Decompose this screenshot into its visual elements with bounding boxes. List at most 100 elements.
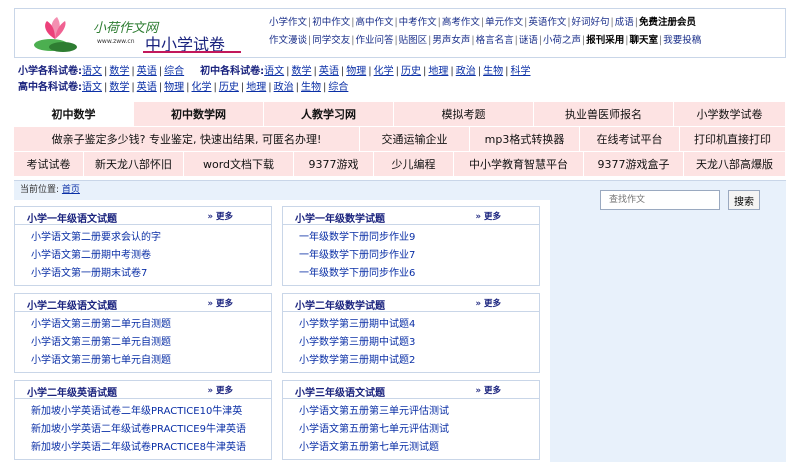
search-input[interactable]	[600, 190, 720, 210]
promo-link[interactable]: 执业兽医师报名	[534, 102, 674, 126]
subject-link[interactable]: 数学	[109, 82, 129, 93]
nav-separator: |	[582, 35, 586, 46]
more-link[interactable]: » 更多	[208, 384, 233, 396]
list-item[interactable]: 新加坡小学英语二年级试卷PRACTICE8牛津英语	[31, 439, 271, 457]
list-item[interactable]: 小学数学第三册期中试题2	[299, 352, 539, 370]
list-item[interactable]: 新加坡小学英语试卷二年级PRACTICE10牛津英	[31, 403, 271, 421]
subject-link[interactable]: 化学	[192, 82, 212, 93]
top-nav-link[interactable]: 格言名言	[476, 35, 514, 46]
subject-link[interactable]: 政治	[456, 66, 476, 77]
promo-link[interactable]: 中小学教育智慧平台	[454, 152, 584, 176]
search-button[interactable]: 搜索	[728, 190, 760, 210]
subject-link[interactable]: 历史	[219, 82, 239, 93]
promo-link[interactable]: 打印机直接打印	[680, 127, 786, 151]
promo-tab-active[interactable]: 初中数学	[14, 102, 134, 126]
nav-separator: |	[658, 35, 663, 46]
subject-link[interactable]: 综合	[164, 66, 184, 77]
panel-title: 小学一年级语文试题	[27, 214, 117, 225]
promo-link[interactable]: 初中数学网	[134, 102, 264, 126]
more-link[interactable]: » 更多	[476, 297, 501, 309]
promo-link[interactable]: 人教学习网	[264, 102, 394, 126]
top-nav-link[interactable]: 小荷之声	[543, 35, 581, 46]
list-item[interactable]: 小学语文第三册第七单元自测题	[31, 352, 271, 370]
subject-link[interactable]: 生物	[483, 66, 503, 77]
promo-link[interactable]: 少儿编程	[374, 152, 454, 176]
subject-link[interactable]: 数学	[109, 66, 129, 77]
list-item[interactable]: 一年级数学下册同步作业9	[299, 229, 539, 247]
subject-link[interactable]: 生物	[301, 82, 321, 93]
nav-separator: |	[524, 17, 528, 28]
list-item[interactable]: 一年级数学下册同步作业7	[299, 247, 539, 265]
top-nav-link[interactable]: 贴图区	[399, 35, 428, 46]
subject-link[interactable]: 英语	[137, 66, 157, 77]
subject-group-label: 高中各科试卷:	[18, 82, 82, 93]
promo-link[interactable]: 做亲子鉴定多少钱? 专业鉴定, 快速出结果, 可匿名办理!	[14, 127, 360, 151]
promo-link[interactable]: 9377游戏盒子	[584, 152, 684, 176]
top-nav-link[interactable]: 成语	[615, 17, 634, 28]
subject-link[interactable]: 地理	[428, 66, 448, 77]
subject-link[interactable]: 数学	[292, 66, 312, 77]
top-nav-link[interactable]: 高考作文	[442, 17, 480, 28]
top-nav-link[interactable]: 作文漫谈	[269, 35, 307, 46]
top-nav-link[interactable]: 同学交友	[312, 35, 350, 46]
subject-link[interactable]: 历史	[401, 66, 421, 77]
list-item[interactable]: 小学语文第三册第二单元自测题	[31, 316, 271, 334]
list-item[interactable]: 小学语文第五册第七单元测试题	[299, 439, 539, 457]
subject-link[interactable]: 科学	[511, 66, 531, 77]
list-item[interactable]: 一年级数学下册同步作业6	[299, 265, 539, 283]
promo-link[interactable]: 考试试卷	[14, 152, 84, 176]
top-nav-link[interactable]: 好词好句	[572, 17, 610, 28]
subject-link[interactable]: 化学	[374, 66, 394, 77]
top-nav-link[interactable]: 小学作文	[269, 17, 307, 28]
more-link[interactable]: » 更多	[208, 297, 233, 309]
more-link[interactable]: » 更多	[476, 384, 501, 396]
top-nav-link[interactable]: 高中作文	[355, 17, 393, 28]
list-item[interactable]: 小学语文第二册期中考测卷	[31, 247, 271, 265]
subject-link[interactable]: 语文	[82, 82, 102, 93]
promo-link[interactable]: 天龙八部高爆版	[684, 152, 786, 176]
subject-link[interactable]: 语文	[82, 66, 102, 77]
more-link[interactable]: » 更多	[208, 210, 233, 222]
subject-link[interactable]: 英语	[137, 82, 157, 93]
promo-link[interactable]: word文档下载	[184, 152, 294, 176]
top-nav-link[interactable]: 聊天室	[629, 35, 658, 46]
promo-link[interactable]: 模拟考题	[394, 102, 534, 126]
logo-url-text: www.zww.cn	[97, 38, 135, 45]
subject-link[interactable]: 物理	[164, 82, 184, 93]
subject-link[interactable]: 物理	[346, 66, 366, 77]
subject-group-label: 初中各科试卷:	[200, 66, 265, 77]
promo-link[interactable]: 小学数学试卷	[674, 102, 786, 126]
promo-link[interactable]: 9377游戏	[294, 152, 374, 176]
list-item[interactable]: 小学数学第三册期中试题4	[299, 316, 539, 334]
top-nav-link[interactable]: 中考作文	[399, 17, 437, 28]
subject-link[interactable]: 政治	[274, 82, 294, 93]
top-nav-link[interactable]: 免费注册会员	[639, 17, 696, 28]
promo-link[interactable]: 新天龙八部怀旧	[84, 152, 184, 176]
subject-link[interactable]: 综合	[328, 82, 348, 93]
list-item[interactable]: 小学语文第二册要求会认的字	[31, 229, 271, 247]
top-nav-link[interactable]: 报刊采用	[586, 35, 624, 46]
breadcrumb-home-link[interactable]: 首页	[62, 185, 80, 195]
list-item[interactable]: 小学语文第五册第三单元评估测试	[299, 403, 539, 421]
promo-link[interactable]: 交通运输企业	[360, 127, 470, 151]
site-logo[interactable]: 小荷作文网 www.zww.cn 中小学试卷	[15, 9, 255, 57]
subject-link[interactable]: 语文	[264, 66, 284, 77]
promo-link[interactable]: 在线考试平台	[580, 127, 680, 151]
list-item[interactable]: 新加坡小学英语二年级试卷PRACTICE9牛津英语	[31, 421, 271, 439]
top-nav-link[interactable]: 单元作文	[485, 17, 523, 28]
top-nav-link[interactable]: 英语作文	[528, 17, 566, 28]
top-nav-link[interactable]: 初中作文	[312, 17, 350, 28]
top-nav-link[interactable]: 谜语	[519, 35, 538, 46]
top-nav-link[interactable]: 作业问答	[355, 35, 393, 46]
top-nav-row-1: 小学作文|初中作文|高中作文|中考作文|高考作文|单元作文|英语作文|好词好句|…	[269, 14, 781, 32]
more-link[interactable]: » 更多	[476, 210, 501, 222]
subject-link[interactable]: 地理	[246, 82, 266, 93]
promo-link[interactable]: mp3格式转换器	[470, 127, 580, 151]
list-item[interactable]: 小学数学第三册期中试题3	[299, 334, 539, 352]
list-item[interactable]: 小学语文第一册期末试卷7	[31, 265, 271, 283]
list-item[interactable]: 小学语文第三册第二单元自测题	[31, 334, 271, 352]
subject-link[interactable]: 英语	[319, 66, 339, 77]
top-nav-link[interactable]: 我要投稿	[663, 35, 701, 46]
top-nav-link[interactable]: 男声女声	[432, 35, 470, 46]
list-item[interactable]: 小学语文第五册第七单元评估测试	[299, 421, 539, 439]
